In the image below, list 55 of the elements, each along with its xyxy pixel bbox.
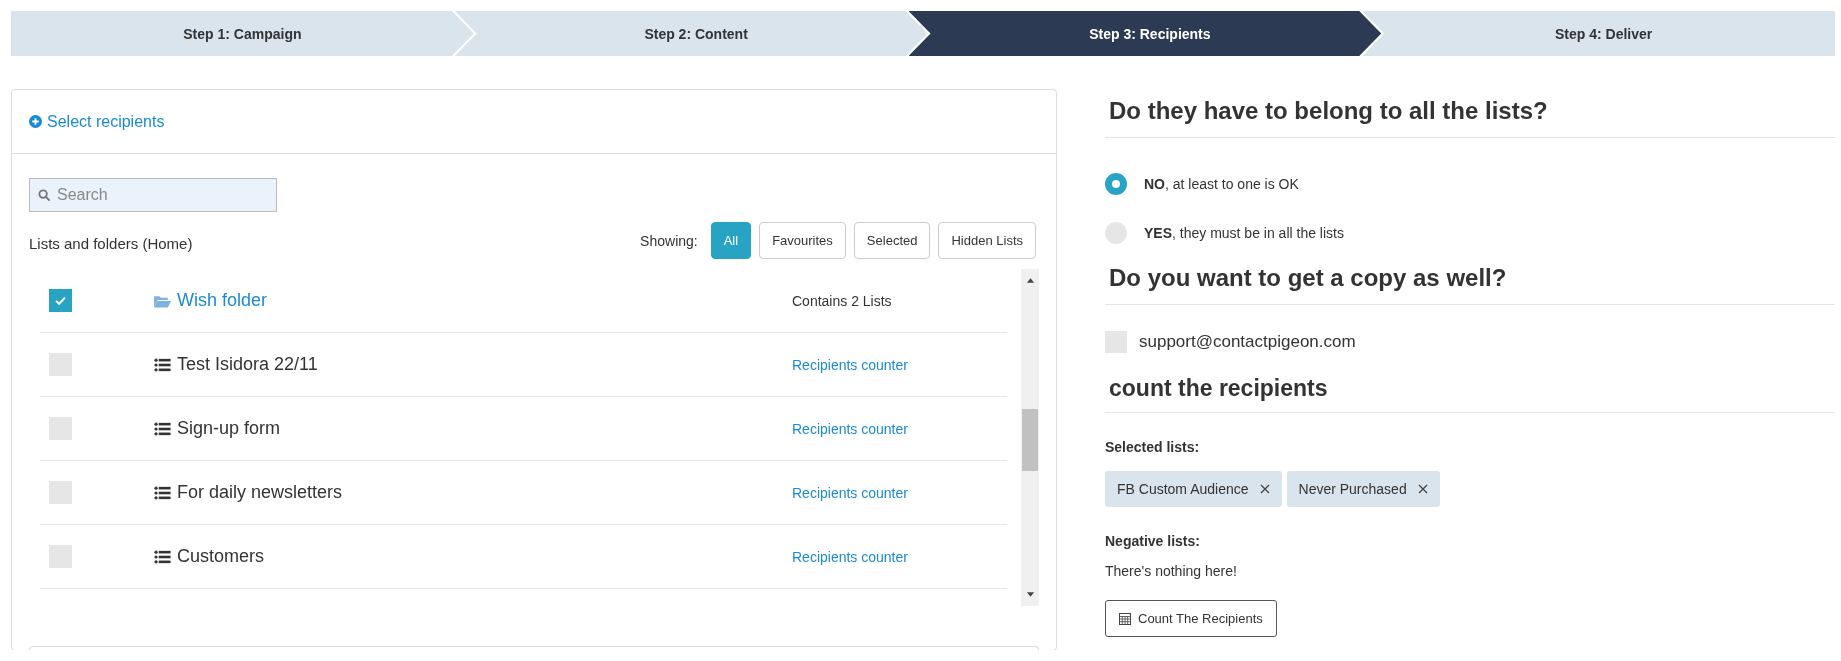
list-icon xyxy=(154,357,171,372)
filter-button[interactable]: Hidden Lists xyxy=(938,222,1036,259)
recipients-counter-link[interactable]: Recipients counter xyxy=(792,356,908,373)
recipients-counter-link[interactable]: Recipients counter xyxy=(792,484,908,501)
list-name: For daily newsletters xyxy=(177,482,343,503)
showing-label: Showing: xyxy=(640,232,698,249)
calculator-icon xyxy=(1119,612,1131,625)
empty-message: There's nothing here! xyxy=(1105,563,1238,579)
section-heading: count the recipients xyxy=(1105,375,1835,413)
folder-link[interactable]: Wish folder xyxy=(177,290,268,311)
folder-icon xyxy=(154,293,171,308)
recipients-counter-link[interactable]: Recipients counter xyxy=(792,548,908,565)
negative-lists-label: Negative lists: xyxy=(1105,533,1201,549)
step-tab[interactable]: Step 3: Recipients xyxy=(908,11,1382,56)
radio-button[interactable] xyxy=(1105,173,1127,195)
selected-lists-label: Selected lists: xyxy=(1105,439,1201,455)
select-recipients-link[interactable]: Select recipients xyxy=(29,112,165,131)
scroll-up-arrow-icon[interactable] xyxy=(1025,277,1035,283)
filter-button[interactable]: Selected xyxy=(853,222,931,259)
checkbox[interactable] xyxy=(49,545,72,568)
list-tag: FB Custom Audience xyxy=(1105,471,1282,507)
plus-circle-icon xyxy=(29,115,42,128)
list-name: Customers xyxy=(177,546,265,567)
close-icon[interactable] xyxy=(1417,484,1428,494)
list-icon xyxy=(154,549,171,564)
count-recipients-button[interactable]: Count The Recipients xyxy=(1105,600,1277,637)
list-name: Sign-up form xyxy=(177,418,281,439)
search-field[interactable]: Search xyxy=(29,178,277,212)
step-tab[interactable]: Step 4: Deliver xyxy=(1362,11,1835,56)
radio-label: NO, at least to one is OK xyxy=(1144,176,1299,192)
section-heading: Do you want to get a copy as well? xyxy=(1105,264,1835,305)
list-icon xyxy=(154,485,171,500)
list-name: Test Isidora 22/11 xyxy=(177,354,318,375)
checkbox[interactable] xyxy=(49,289,72,312)
recipients-counter-link[interactable]: Recipients counter xyxy=(792,420,908,437)
filter-button[interactable]: Favourites xyxy=(759,222,846,259)
section-heading: Do they have to belong to all the lists? xyxy=(1105,97,1835,138)
list-count: Contains 2 Lists xyxy=(792,292,892,309)
checkbox[interactable] xyxy=(49,417,72,440)
step-tab[interactable]: Step 2: Content xyxy=(454,11,928,56)
radio-label: YES, they must be in all the lists xyxy=(1144,225,1344,241)
step-tab[interactable]: Step 1: Campaign xyxy=(11,11,474,56)
close-icon[interactable] xyxy=(1259,484,1270,494)
radio-button[interactable] xyxy=(1105,222,1127,244)
scrollbar[interactable] xyxy=(1021,269,1039,606)
checkbox[interactable] xyxy=(49,353,72,376)
lists-label: Lists and folders (Home) xyxy=(29,235,193,252)
search-icon xyxy=(38,189,51,202)
checkbox[interactable] xyxy=(49,481,72,504)
list-icon xyxy=(154,421,171,436)
email-label: support@contactpigeon.com xyxy=(1139,332,1356,352)
list-tag: Never Purchased xyxy=(1286,471,1440,507)
checkbox[interactable] xyxy=(1105,331,1127,353)
scroll-down-arrow-icon[interactable] xyxy=(1025,592,1035,598)
scrollbar-thumb[interactable] xyxy=(1022,409,1038,471)
